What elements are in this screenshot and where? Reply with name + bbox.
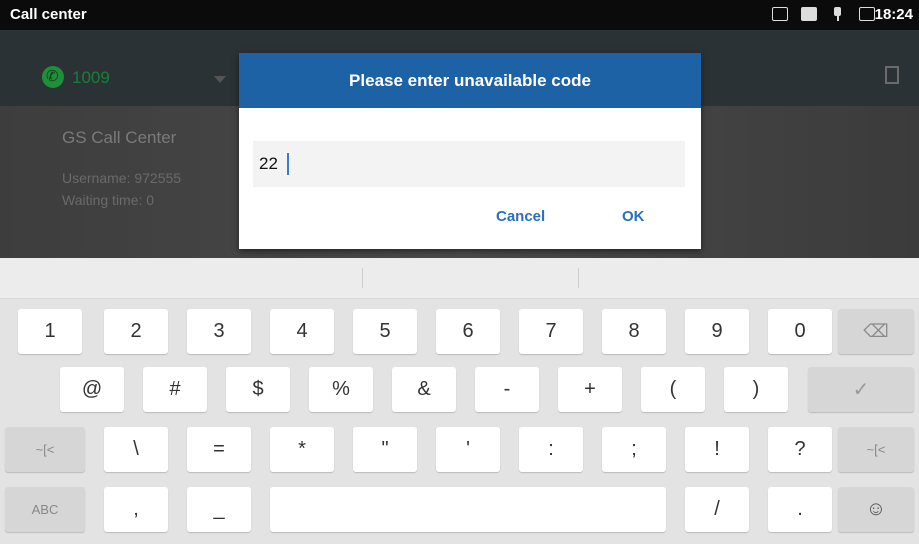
checkmark-icon: ✓ [852,379,870,401]
key-9[interactable]: 9 [685,309,749,354]
key-percent[interactable]: % [309,367,373,412]
poe-icon [830,7,846,21]
code-field[interactable] [253,141,685,187]
symbols-toggle-right[interactable]: ~[< [838,427,914,472]
key-plus[interactable]: + [558,367,622,412]
key-colon[interactable]: : [519,427,583,472]
cancel-button[interactable]: Cancel [496,208,545,225]
key-semicolon[interactable]: ; [602,427,666,472]
key-question[interactable]: ? [768,427,832,472]
unavailable-code-dialog: Please enter unavailable code Cancel OK [239,53,701,249]
key-ampersand[interactable]: & [392,367,456,412]
key-backslash[interactable]: \ [104,427,168,472]
key-3[interactable]: 3 [187,309,251,354]
key-hash[interactable]: # [143,367,207,412]
key-period[interactable]: . [768,487,832,532]
key-minus[interactable]: - [475,367,539,412]
key-4[interactable]: 4 [270,309,334,354]
key-close-paren[interactable]: ) [724,367,788,412]
waiting-time-label: Waiting time: 0 [62,192,155,208]
backspace-key[interactable]: ⌫ [838,309,914,354]
key-asterisk[interactable]: * [270,427,334,472]
key-6[interactable]: 6 [436,309,500,354]
phone-icon [42,66,64,88]
account-number[interactable]: 1009 [72,68,110,88]
key-single-quote[interactable]: ' [436,427,500,472]
backspace-icon: ⌫ [863,321,889,341]
ok-button[interactable]: OK [622,208,645,225]
key-exclamation[interactable]: ! [685,427,749,472]
chevron-down-icon[interactable] [214,76,226,83]
key-7[interactable]: 7 [519,309,583,354]
key-dollar[interactable]: $ [226,367,290,412]
suggestion-divider [362,268,363,288]
clock: 18:24 [874,6,913,23]
enter-key[interactable]: ✓ [808,367,914,412]
key-8[interactable]: 8 [602,309,666,354]
key-comma[interactable]: , [104,487,168,532]
key-underscore[interactable]: _ [187,487,251,532]
logout-icon[interactable] [885,66,899,84]
emoji-icon: ☺ [865,498,887,520]
suggestion-strip [0,258,919,299]
key-0[interactable]: 0 [768,309,832,354]
on-screen-keyboard: 1 2 3 4 5 6 7 8 9 0 ⌫ @ # $ % & - + ( ) … [0,299,919,544]
key-5[interactable]: 5 [353,309,417,354]
symbols-toggle-left[interactable]: ~[< [5,427,85,472]
key-1[interactable]: 1 [18,309,82,354]
key-at[interactable]: @ [60,367,124,412]
key-equals[interactable]: = [187,427,251,472]
key-slash[interactable]: / [685,487,749,532]
key-2[interactable]: 2 [104,309,168,354]
suggestion-divider [578,268,579,288]
app-title: Call center [10,6,87,23]
key-double-quote[interactable]: " [353,427,417,472]
org-name: GS Call Center [62,128,177,147]
ftp-icon [801,7,817,21]
status-icons [772,7,875,21]
username-label: Username: 972555 [62,170,182,186]
space-key[interactable] [270,487,666,532]
text-cursor [287,153,289,175]
emoji-key[interactable]: ☺ [838,487,914,532]
key-open-paren[interactable]: ( [641,367,705,412]
network-icon [859,7,875,21]
screenshot-icon [772,7,788,21]
code-input[interactable] [259,149,679,179]
status-bar: Call center 18:24 [0,0,919,30]
dialog-title: Please enter unavailable code [239,53,701,108]
abc-key[interactable]: ABC [5,487,85,532]
